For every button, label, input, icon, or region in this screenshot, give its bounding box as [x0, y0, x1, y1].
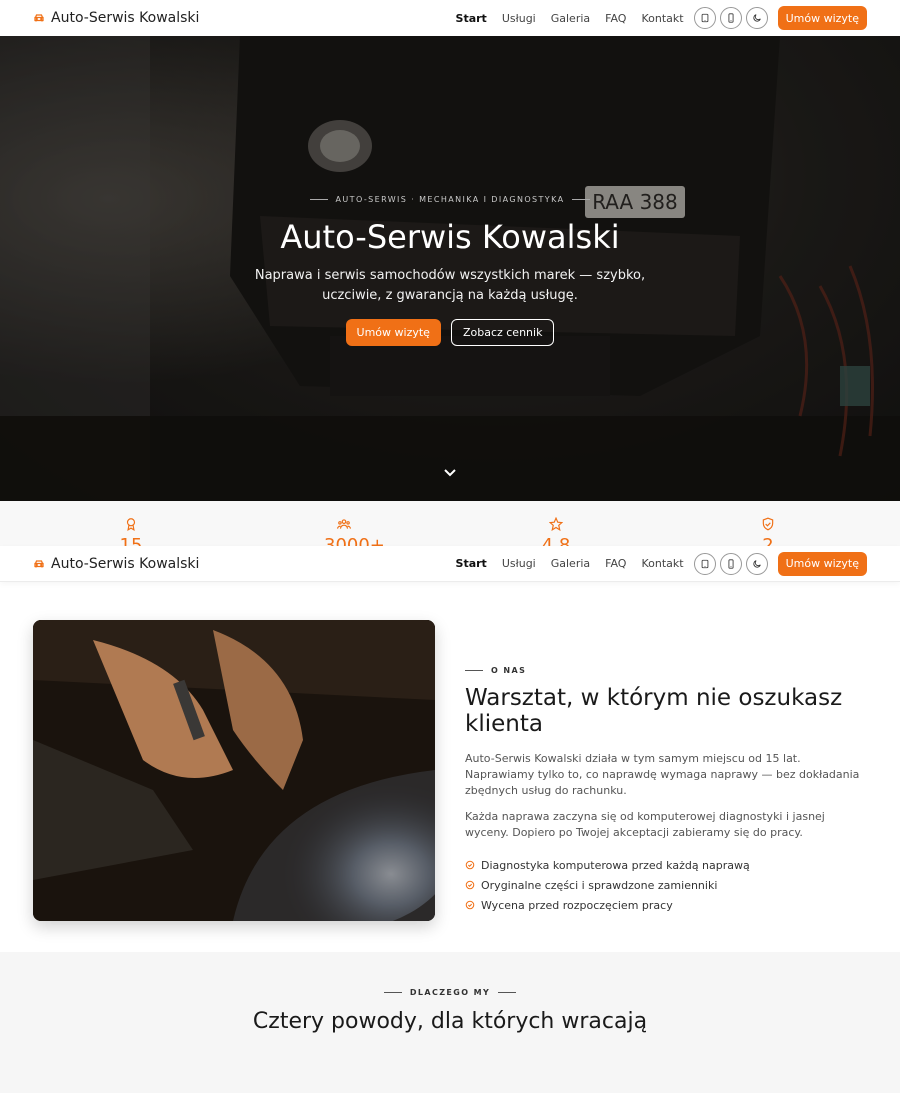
shield-icon	[762, 517, 774, 531]
mechanic-photo	[33, 620, 435, 921]
moon-icon	[752, 559, 761, 568]
why-title: Cztery powody, dla których wracają	[252, 1009, 648, 1034]
car-icon	[34, 14, 44, 22]
nav-kontakt[interactable]: Kontakt	[641, 12, 683, 25]
hero-eyebrow-text: AUTO-SERWIS · MECHANIKA I DIAGNOSTYKA	[335, 195, 565, 204]
about-paragraph-1: Auto-Serwis Kowalski działa w tym samym …	[465, 752, 860, 797]
nav-start[interactable]: Start	[456, 12, 487, 25]
sticky-navbar: Auto-Serwis Kowalski Start Usługi Galeri…	[0, 546, 900, 582]
tablet-view-button[interactable]	[693, 7, 716, 29]
hero-buttons: Umów wizytę Zobacz cennik	[0, 319, 900, 346]
moon-icon	[752, 14, 761, 22]
why-eyebrow: DLACZEGO MY	[0, 988, 900, 997]
hero-price-list-button[interactable]: Zobacz cennik	[450, 319, 555, 346]
why-eyebrow-text: DLACZEGO MY	[409, 988, 491, 997]
about-eyebrow-text: O NAS	[491, 666, 527, 675]
book-visit-button[interactable]: Umów wizytę	[777, 551, 867, 576]
stat-warranty: 2	[748, 517, 788, 546]
top-navbar: Auto-Serwis Kowalski Start Usługi Galeri…	[0, 0, 900, 36]
list-item: Diagnostyka komputerowa przed każdą napr…	[465, 855, 865, 875]
about-title: Warsztat, w którym nie oszukasz klienta	[465, 685, 843, 737]
about-section: O NAS Warsztat, w którym nie oszukasz kl…	[0, 584, 900, 952]
stat-value: 4.8	[541, 535, 571, 546]
stat-years: 15	[111, 517, 151, 546]
main-nav: Start Usługi Galeria FAQ Kontakt	[456, 12, 684, 25]
view-toggles	[693, 552, 768, 575]
stat-clients: 3000+	[324, 517, 385, 546]
check-circle-icon	[465, 880, 475, 890]
nav-galeria[interactable]: Galeria	[551, 12, 590, 25]
list-item: Oryginalne części i sprawdzone zamiennik…	[465, 875, 865, 895]
eyebrow-line-right	[572, 199, 591, 200]
nav-galeria[interactable]: Galeria	[551, 557, 590, 570]
eyebrow-line-left	[309, 199, 328, 200]
about-image	[33, 620, 435, 921]
checklist-text: Diagnostyka komputerowa przed każdą napr…	[481, 858, 750, 872]
nav-uslugi[interactable]: Usługi	[502, 12, 536, 25]
stat-value: 3000+	[324, 535, 385, 546]
checklist-text: Wycena przed rozpoczęciem pracy	[481, 898, 673, 912]
nav-faq[interactable]: FAQ	[605, 12, 626, 25]
tablet-icon	[701, 559, 708, 568]
eyebrow-line	[465, 670, 483, 671]
users-icon	[337, 519, 351, 529]
hero-book-visit-button[interactable]: Umów wizytę	[345, 319, 441, 346]
stat-value: 2	[762, 535, 774, 546]
chevron-down-icon[interactable]	[443, 468, 457, 478]
about-eyebrow: O NAS	[465, 666, 865, 675]
car-icon	[34, 559, 44, 567]
check-circle-icon	[465, 900, 475, 910]
stats-section: 15 3000+ 4.8 2	[0, 501, 900, 546]
about-paragraph-2: Każda naprawa zaczyna się od komputerowe…	[465, 810, 825, 839]
view-toggles	[693, 7, 768, 29]
brand-link[interactable]: Auto-Serwis Kowalski	[33, 556, 199, 572]
hero-section: RAA 388 AUTO-SERWIS · MECHANIKA I DIAGNO…	[0, 36, 900, 501]
dark-mode-button[interactable]	[745, 552, 768, 575]
phone-icon	[728, 13, 734, 23]
brand-link[interactable]: Auto-Serwis Kowalski	[33, 10, 199, 26]
eyebrow-line-right	[498, 992, 517, 993]
hero-title: Auto-Serwis Kowalski	[280, 218, 620, 256]
brand-name: Auto-Serwis Kowalski	[51, 10, 200, 26]
award-icon	[126, 518, 136, 531]
stat-value: 15	[119, 535, 143, 546]
hero-eyebrow: AUTO-SERWIS · MECHANIKA I DIAGNOSTYKA	[0, 195, 900, 204]
about-text: O NAS Warsztat, w którym nie oszukasz kl…	[465, 666, 865, 915]
check-circle-icon	[465, 860, 475, 870]
phone-view-button[interactable]	[719, 552, 742, 575]
nav-start[interactable]: Start	[456, 557, 487, 570]
tablet-icon	[701, 13, 708, 23]
stat-rating: 4.8	[536, 517, 576, 546]
eyebrow-line-left	[383, 992, 402, 993]
nav-uslugi[interactable]: Usługi	[502, 557, 536, 570]
nav-faq[interactable]: FAQ	[605, 557, 626, 570]
book-visit-button[interactable]: Umów wizytę	[777, 6, 867, 30]
checklist-text: Oryginalne części i sprawdzone zamiennik…	[481, 878, 718, 892]
nav-kontakt[interactable]: Kontakt	[641, 557, 683, 570]
hero-subtitle: Naprawa i serwis samochodów wszystkich m…	[254, 268, 646, 303]
dark-mode-button[interactable]	[745, 7, 768, 29]
why-section: DLACZEGO MY Cztery powody, dla których w…	[0, 952, 900, 1093]
phone-view-button[interactable]	[719, 7, 742, 29]
brand-name: Auto-Serwis Kowalski	[51, 555, 200, 572]
tablet-view-button[interactable]	[693, 552, 716, 575]
main-nav: Start Usługi Galeria FAQ Kontakt	[456, 557, 684, 570]
phone-icon	[728, 558, 734, 569]
list-item: Wycena przed rozpoczęciem pracy	[465, 895, 865, 915]
star-icon	[549, 517, 563, 531]
about-checklist: Diagnostyka komputerowa przed każdą napr…	[465, 855, 865, 915]
